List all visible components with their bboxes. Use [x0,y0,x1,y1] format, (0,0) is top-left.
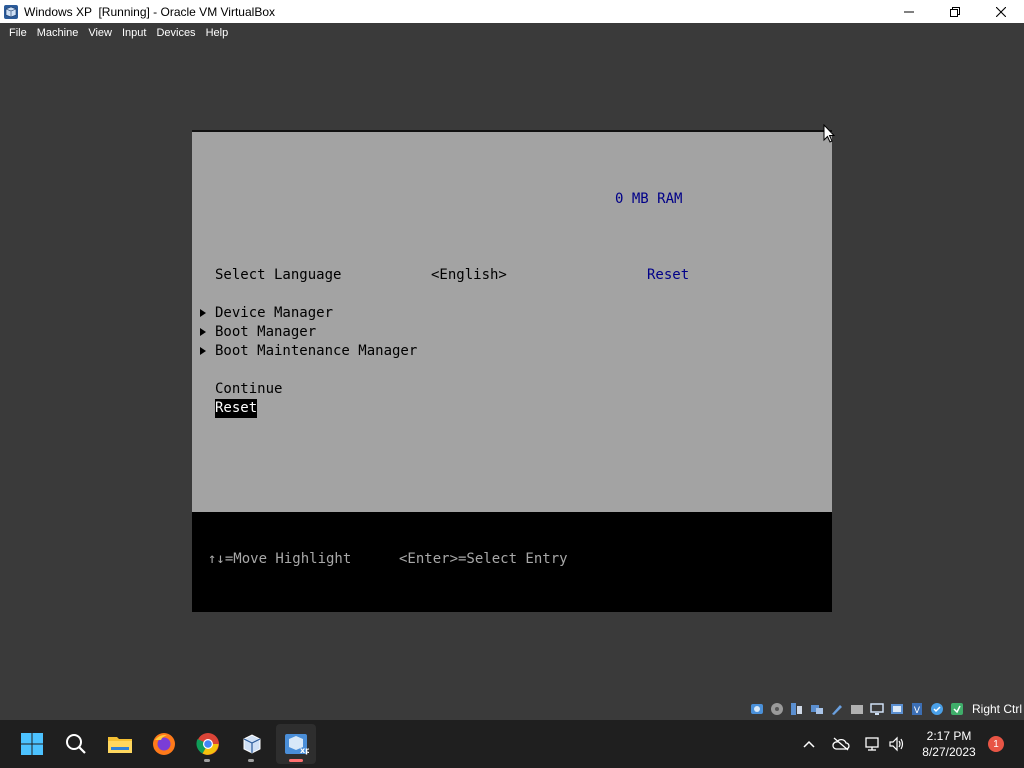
start-icon [21,733,43,755]
menu-input[interactable]: Input [117,27,151,39]
chrome-button[interactable] [188,724,228,764]
mouse-integration-icon[interactable] [950,702,964,716]
chevron-up-icon [803,740,815,748]
close-button[interactable] [978,0,1024,23]
file-explorer-icon [108,737,132,753]
submenu-arrow-icon [200,309,206,317]
menu-help[interactable]: Help [201,27,234,39]
close-icon [996,6,1006,17]
display-icon[interactable] [870,702,884,716]
vm-status-bar: V Right Ctrl [0,698,1024,720]
menu-devices[interactable]: Devices [151,27,200,39]
video-capture-icon[interactable] [890,702,904,716]
menu-boot-maintenance-manager[interactable]: Boot Maintenance Manager [215,342,417,361]
action-reset-selected[interactable]: Reset [215,399,258,418]
network-status-button[interactable] [862,720,884,768]
taskbar: xp 2:17 PM 8/27/2023 1 [0,720,1024,768]
menu-view[interactable]: View [83,27,117,39]
host-key-label: Right Ctrl [971,702,1022,716]
clock[interactable]: 2:17 PM 8/27/2023 [916,728,982,760]
firefox-icon [153,733,175,755]
submenu-arrow-icon [200,347,206,355]
action-continue[interactable]: Continue [215,380,282,399]
ram-info: 0 MB RAM [615,191,683,207]
onedrive-button[interactable] [830,720,852,768]
search-icon [66,734,86,754]
maximize-button[interactable] [932,0,978,23]
virtualbox-app-icon [3,4,19,20]
help-move-highlight: ↑↓=Move Highlight [208,551,352,567]
virtualbox-icon [243,734,261,754]
file-explorer-button[interactable] [100,724,140,764]
cloud-offline-icon [832,737,850,751]
firefox-button[interactable] [144,724,184,764]
windows-xp-vm-button[interactable]: xp [276,724,316,764]
menu-device-manager[interactable]: Device Manager [215,304,333,323]
running-indicator [248,759,254,762]
windows-xp-vm-icon: xp [285,734,309,755]
show-hidden-icons-button[interactable] [798,720,820,768]
notification-badge[interactable]: 1 [988,736,1004,752]
mouse-cursor-icon [823,124,835,143]
cpu-icon[interactable]: V [910,702,924,716]
active-indicator [289,759,303,762]
chrome-icon [196,733,219,755]
ethernet-icon [865,737,879,751]
volume-button[interactable] [886,720,908,768]
menu-machine[interactable]: Machine [32,27,84,39]
help-select-entry: <Enter>=Select Entry [399,551,568,567]
submenu-arrow-icon [200,328,206,336]
menu-bar: File Machine View Input Devices Help [0,23,1024,42]
virtualbox-manager-button[interactable] [232,724,272,764]
restore-icon [950,6,960,17]
select-language-label: Select Language [215,267,342,283]
language-reset-hint: Reset [647,267,690,283]
window-controls [886,0,1024,23]
minimize-button[interactable] [886,0,932,23]
speaker-icon [889,736,904,752]
language-selector[interactable]: <English> [431,266,507,285]
guest-additions-icon[interactable] [930,702,944,716]
clock-time: 2:17 PM [926,729,972,743]
audio-icon[interactable] [790,702,804,716]
title-bar: Windows XP [Running] - Oracle VM Virtual… [0,0,1024,23]
help-footer: ↑↓=Move Highlight <Enter>=Select Entry [192,512,832,612]
menu-boot-manager[interactable]: Boot Manager [215,323,316,342]
optical-drive-icon[interactable] [770,702,784,716]
search-button[interactable] [56,724,96,764]
shared-folder-icon[interactable] [850,702,864,716]
running-indicator [204,759,210,762]
hard-disk-icon[interactable] [750,702,764,716]
start-button[interactable] [12,724,52,764]
clock-date: 8/27/2023 [922,745,976,759]
menu-file[interactable]: File [4,27,32,39]
minimize-icon [904,11,914,12]
svg-text:V: V [914,706,921,716]
svg-text:xp: xp [300,746,309,755]
window-title: Windows XP [Running] - Oracle VM Virtual… [24,4,275,19]
vm-display[interactable]: 0 MB RAM Select Language <English> Reset… [192,130,832,612]
network-icon[interactable] [810,702,824,716]
usb-icon[interactable] [830,702,844,716]
